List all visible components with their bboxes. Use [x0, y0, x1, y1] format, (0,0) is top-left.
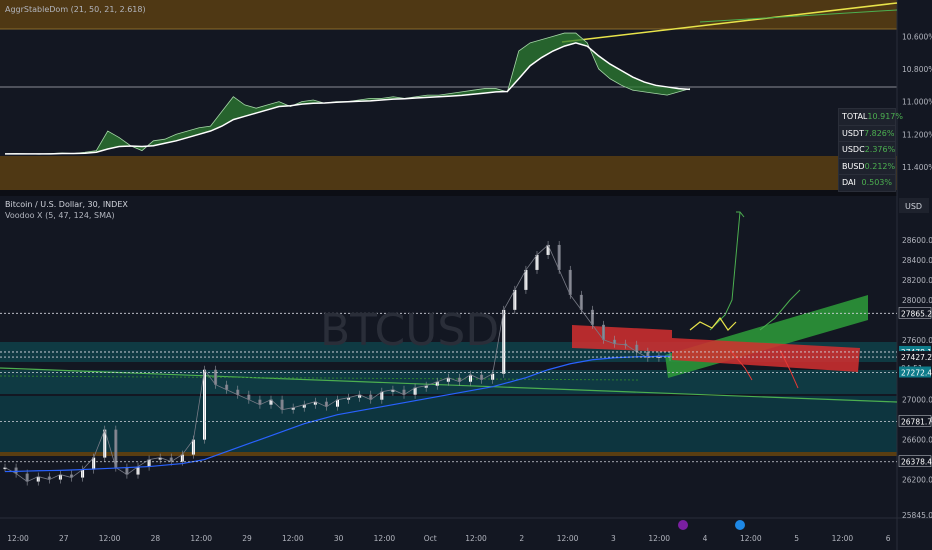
watermark-text: BTCUSD — [320, 305, 499, 356]
top-indicator-label[interactable]: AggrStableDom (21, 50, 21, 2.618) — [5, 5, 146, 14]
table-row: DAI 0.503% — [839, 175, 895, 191]
table-value: 0.503% — [861, 178, 892, 188]
symbol-label[interactable]: Bitcoin / U.S. Dollar, 30, INDEX — [5, 200, 128, 209]
x-tick-label: 2 — [519, 534, 524, 543]
table-key: DAI — [842, 178, 856, 188]
x-tick-label: 28 — [151, 534, 161, 543]
main-y-tick-label: 28600.00 — [902, 236, 932, 245]
table-key: USDT — [842, 128, 864, 138]
price-label-text: 27272.42 — [901, 369, 932, 378]
proj-yellow-path — [689, 316, 737, 331]
table-value: 10.917% — [867, 112, 903, 121]
top-y-tick-label: 10.600% — [902, 32, 932, 41]
table-row: BUSD 0.212% — [839, 159, 895, 176]
x-ticks: 12:00 27 12:00 28 12:00 29 12:00 30 12:00 Oct 12:0… — [7, 534, 891, 543]
proj-up-arrow — [709, 211, 741, 331]
x-tick-label: 4 — [703, 534, 708, 543]
x-tick-label: 30 — [334, 534, 344, 543]
top-y-tick-label: 11.400% — [902, 163, 932, 172]
event-icon-flash[interactable] — [678, 520, 688, 530]
indicator-label[interactable]: Voodoo X (5, 47, 124, SMA) — [5, 211, 115, 220]
main-y-tick-label: 28400.00 — [902, 256, 932, 265]
dominance-table: TOTAL 10.917% USDT 7.826% USDC 2.376% BU… — [838, 108, 903, 192]
price-label-text: 26378.45 — [901, 458, 932, 467]
x-tick-label: 27 — [59, 534, 69, 543]
price-label-text: 27427.20 — [901, 353, 932, 362]
x-tick-label: 3 — [611, 534, 616, 543]
x-tick-label: 12:00 — [282, 534, 304, 543]
table-row: USDT 7.826% — [839, 126, 895, 143]
main-y-tick-label: 26200.00 — [902, 476, 932, 485]
x-tick-label: 12:00 — [465, 534, 487, 543]
x-tick-label: 12:00 — [99, 534, 121, 543]
x-tick-label: 6 — [886, 534, 891, 543]
main-y-tick-label: 27000.00 — [902, 396, 932, 405]
table-key: TOTAL — [842, 112, 868, 121]
table-value: 2.376% — [864, 145, 896, 155]
table-row: USDC 2.376% — [839, 142, 895, 159]
chart-canvas: 10.600%10.800%11.000%11.200%11.400% 2860… — [0, 0, 932, 550]
table-value: 0.212% — [864, 161, 896, 171]
pane-separator — [0, 190, 932, 196]
x-tick-label: 12:00 — [7, 534, 29, 543]
main-y-tick-label: 25845.00 — [902, 511, 932, 520]
x-tick-label: 12:00 — [740, 534, 762, 543]
price-label-text: 26781.75 — [901, 417, 932, 426]
x-tick-label: 12:00 — [374, 534, 396, 543]
main-y-tick-label: 27600.00 — [902, 336, 932, 345]
x-tick-label: Oct — [424, 534, 437, 543]
event-icon-flag[interactable] — [735, 520, 745, 530]
table-key: BUSD — [842, 161, 865, 171]
currency-label: USD — [905, 202, 922, 211]
x-tick-label: 29 — [242, 534, 252, 543]
main-y-tick-label: 28200.00 — [902, 276, 932, 285]
top-y-tick-label: 11.200% — [902, 130, 932, 139]
top-y-tick-label: 10.800% — [902, 65, 932, 74]
main-band-orange — [0, 452, 897, 456]
table-row: TOTAL 10.917% — [839, 109, 903, 126]
price-label-text: 27865.26 — [901, 309, 932, 318]
main-band-3 — [0, 396, 897, 452]
table-value: 7.826% — [863, 128, 895, 138]
main-y-tick-label: 26600.00 — [902, 436, 932, 445]
x-tick-label: 12:00 — [832, 534, 854, 543]
main-y-tick-label: 28000.00 — [902, 296, 932, 305]
top-y-tick-label: 11.000% — [902, 98, 932, 107]
top-band-lower — [0, 156, 897, 190]
x-tick-label: 12:00 — [557, 534, 579, 543]
x-tick-label: 12:00 — [190, 534, 212, 543]
x-tick-label: 5 — [794, 534, 799, 543]
table-key: USDC — [842, 145, 865, 155]
x-tick-label: 12:00 — [648, 534, 670, 543]
red-box-left — [572, 325, 672, 352]
